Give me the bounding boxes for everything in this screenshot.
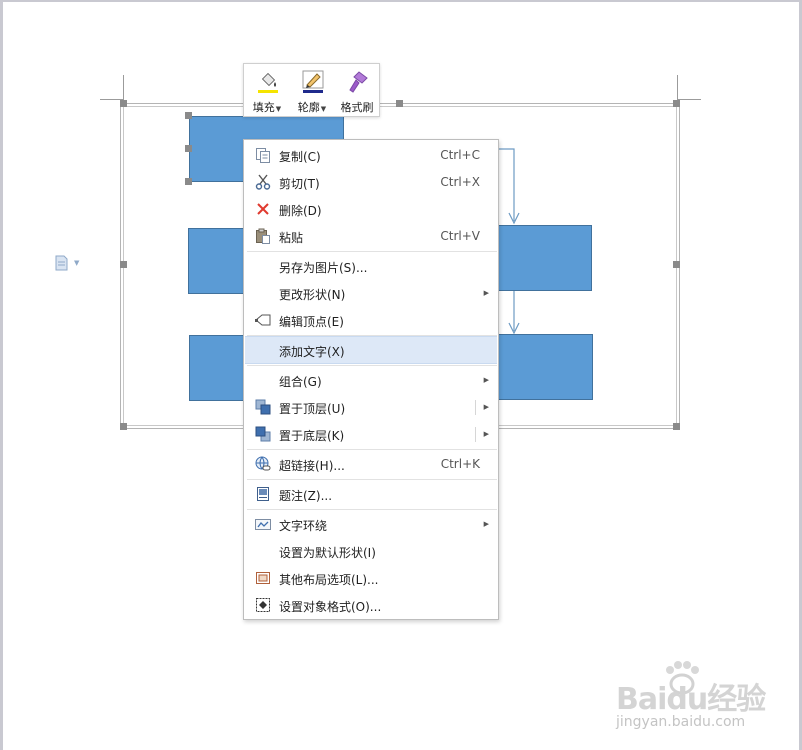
delete-x-icon (257, 203, 269, 215)
connector-arrows[interactable] (495, 145, 525, 340)
menu-item-label: 超链接(H)... (279, 459, 345, 473)
menu-item-shortcut: Ctrl+V (440, 229, 480, 243)
menu-item-label: 删除(D) (279, 204, 322, 218)
paste-icon (256, 228, 270, 244)
chevron-down-icon: ▼ (320, 105, 327, 113)
menu-item-label: 置于底层(K) (279, 429, 345, 443)
menu-separator (247, 479, 497, 480)
caption-icon (257, 487, 269, 501)
menu-item-group[interactable]: 组合(G) ▶ (245, 367, 497, 394)
menu-item-add-text[interactable]: 添加文字(X) (245, 336, 497, 364)
menu-separator (247, 365, 497, 366)
menu-item-label: 置于顶层(U) (279, 402, 346, 416)
window-frame-top (0, 0, 802, 2)
menu-item-label: 设置为默认形状(I) (279, 546, 376, 560)
menu-item-label: 设置对象格式(O)... (279, 600, 382, 614)
bring-to-front-icon (255, 399, 271, 415)
menu-item-delete[interactable]: 删除(D) (245, 196, 497, 223)
menu-item-hyperlink[interactable]: 超链接(H)... Ctrl+K (245, 451, 497, 478)
menu-item-edit-points[interactable]: 编辑顶点(E) (245, 307, 497, 334)
menu-item-format-object[interactable]: 设置对象格式(O)... (245, 592, 497, 619)
edit-points-icon (255, 314, 271, 326)
fill-button[interactable]: 填充▼ (245, 68, 289, 114)
baidu-watermark: Baidu经验 jingyan.baidu.com (612, 660, 766, 740)
submenu-arrow-icon: ▶ (483, 520, 489, 528)
shape-rect-middle-left[interactable] (188, 228, 248, 294)
chevron-down-icon[interactable]: ▼ (74, 259, 79, 267)
menu-item-label: 另存为图片(S)... (279, 261, 368, 275)
menu-item-label: 更改形状(N) (279, 288, 346, 302)
menu-item-send-to-back[interactable]: 置于底层(K) ▶ (245, 421, 497, 448)
context-menu: 复制(C) Ctrl+C 剪切(T) Ctrl+X 删除(D) 粘贴 Ctrl+… (243, 139, 499, 620)
outline-label: 轮廓 (297, 101, 320, 114)
menu-item-label: 剪切(T) (279, 177, 320, 191)
hyperlink-globe-icon (255, 456, 271, 471)
menu-item-set-default-shape[interactable]: 设置为默认形状(I) (245, 538, 497, 565)
format-painter-button[interactable]: 格式刷 (335, 68, 379, 114)
text-wrap-icon (255, 519, 271, 530)
outline-pencil-icon (302, 70, 324, 93)
menu-item-label: 粘贴 (279, 231, 304, 245)
copy-icon (256, 148, 270, 163)
menu-item-paste[interactable]: 粘贴 Ctrl+V (245, 223, 497, 250)
submenu-arrow-icon[interactable]: ▶ (484, 403, 489, 411)
submenu-arrow-icon: ▶ (483, 376, 489, 384)
menu-item-label: 文字环绕 (279, 519, 328, 533)
menu-separator (247, 449, 497, 450)
menu-item-text-wrap[interactable]: 文字环绕 ▶ (245, 511, 497, 538)
submenu-arrow-icon[interactable]: ▶ (484, 430, 489, 438)
shape-rect-bottom-left[interactable] (189, 335, 247, 401)
menu-item-label: 复制(C) (279, 150, 321, 164)
menu-item-change-shape[interactable]: 更改形状(N) ▶ (245, 280, 497, 307)
format-object-icon (256, 598, 270, 612)
menu-separator (247, 251, 497, 252)
menu-item-label: 组合(G) (279, 375, 322, 389)
menu-item-more-layout-options[interactable]: 其他布局选项(L)... (245, 565, 497, 592)
menu-item-shortcut: Ctrl+X (440, 175, 480, 189)
menu-separator (247, 509, 497, 510)
chevron-down-icon: ▼ (275, 105, 282, 113)
fill-bucket-icon (258, 73, 278, 93)
watermark-url: jingyan.baidu.com (616, 714, 746, 730)
menu-item-save-as-picture[interactable]: 另存为图片(S)... (245, 253, 497, 280)
layout-anchor-icon[interactable] (54, 255, 70, 271)
format-painter-label: 格式刷 (340, 101, 374, 114)
window-frame-left (0, 0, 3, 750)
menu-item-copy[interactable]: 复制(C) Ctrl+C (245, 142, 497, 169)
scissors-icon (255, 174, 271, 190)
menu-item-label: 其他布局选项(L)... (279, 573, 379, 587)
menu-item-caption[interactable]: 题注(Z)... (245, 481, 497, 508)
menu-item-shortcut: Ctrl+C (440, 148, 480, 162)
format-painter-icon (349, 71, 368, 93)
watermark-title: Baidu经验 (616, 682, 766, 717)
split-divider (475, 427, 476, 442)
send-to-back-icon (255, 426, 271, 442)
menu-item-shortcut: Ctrl+K (440, 457, 480, 471)
shape-rect-bottom-right[interactable] (497, 334, 593, 400)
menu-item-label: 编辑顶点(E) (279, 315, 344, 329)
fill-label: 填充 (252, 101, 275, 114)
split-divider (475, 400, 476, 415)
outline-button[interactable]: 轮廓▼ (290, 68, 334, 114)
menu-item-label: 题注(Z)... (279, 489, 333, 503)
menu-item-cut[interactable]: 剪切(T) Ctrl+X (245, 169, 497, 196)
menu-item-label: 添加文字(X) (279, 345, 345, 359)
mini-toolbar: 填充▼ 轮廓▼ 格式刷 (243, 63, 380, 117)
menu-item-bring-to-front[interactable]: 置于顶层(U) ▶ (245, 394, 497, 421)
submenu-arrow-icon: ▶ (483, 289, 489, 297)
layout-options-icon (256, 572, 270, 584)
